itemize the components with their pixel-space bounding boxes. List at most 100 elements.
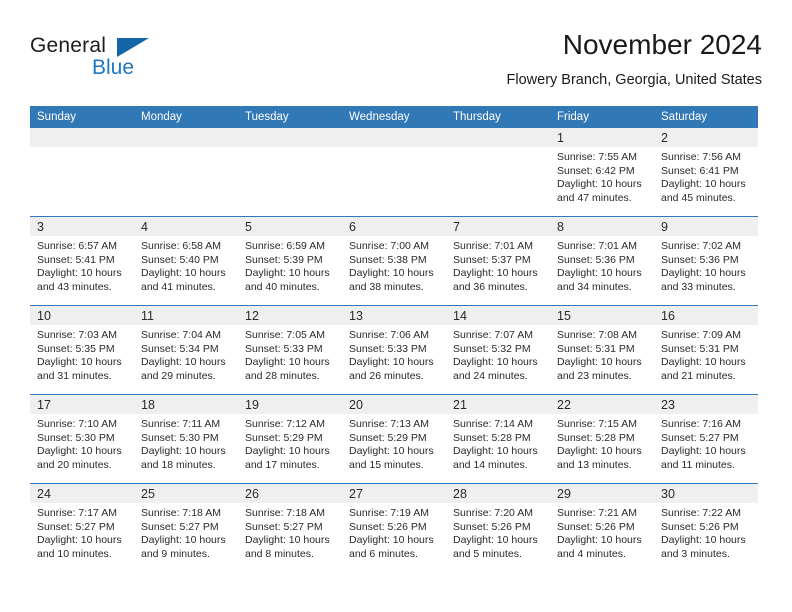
day-daylight-cont-text: and 20 minutes. — [37, 458, 112, 471]
day-daylight-cont-text: and 45 minutes. — [661, 191, 736, 204]
day-daylight-cont-text: and 11 minutes. — [661, 458, 735, 471]
calendar-day-cell[interactable]: 8 Sunrise: 7:01 AM Sunset: 5:36 PM Daylight… — [550, 216, 654, 306]
day-daylight-cont-text: and 17 minutes. — [245, 458, 320, 471]
calendar-day-cell[interactable]: 18 Sunrise: 7:11 AM Sunset: 5:30 PM Dayligh… — [134, 394, 238, 484]
day-sun-info: Sunrise: 7:02 AM Sunset: 5:36 PM Daylight:… — [654, 236, 758, 305]
day-sun-info: Sunrise: 7:03 AM Sunset: 5:35 PM Daylight:… — [30, 325, 134, 394]
day-sun-info: Sunrise: 7:01 AM Sunset: 5:37 PM Daylight:… — [446, 236, 550, 305]
day-daylight-cont-text: and 28 minutes. — [245, 369, 320, 382]
calendar-day-cell[interactable]: 3 Sunrise: 6:57 AM Sunset: 5:41 PM Daylight… — [30, 216, 134, 306]
day-number: 22 — [550, 395, 654, 414]
day-daylight-text: Daylight: 10 hours — [245, 445, 330, 458]
day-daylight-cont-text: and 43 minutes. — [37, 280, 112, 293]
day-number: 16 — [654, 306, 758, 325]
day-sunset-text: Sunset: 5:26 PM — [349, 520, 427, 533]
calendar-day-cell[interactable]: 13 Sunrise: 7:06 AM Sunset: 5:33 PM Dayligh… — [342, 305, 446, 395]
calendar-day-cell[interactable]: 15 Sunrise: 7:08 AM Sunset: 5:31 PM Dayligh… — [550, 305, 654, 395]
calendar-day-cell[interactable]: 1 Sunrise: 7:55 AM Sunset: 6:42 PM Daylight… — [550, 128, 654, 217]
day-daylight-text: Daylight: 10 hours — [557, 267, 642, 280]
calendar-day-cell[interactable]: 26 Sunrise: 7:18 AM Sunset: 5:27 PM Dayligh… — [238, 483, 342, 572]
day-daylight-cont-text: and 18 minutes. — [141, 458, 216, 471]
calendar-day-cell[interactable]: 29 Sunrise: 7:21 AM Sunset: 5:26 PM Dayligh… — [550, 483, 654, 572]
day-daylight-text: Daylight: 10 hours — [557, 534, 642, 547]
day-sun-info: Sunrise: 6:59 AM Sunset: 5:39 PM Daylight:… — [238, 236, 342, 305]
calendar-day-cell[interactable]: 22 Sunrise: 7:15 AM Sunset: 5:28 PM Dayligh… — [550, 394, 654, 484]
calendar-day-cell[interactable]: 28 Sunrise: 7:20 AM Sunset: 5:26 PM Dayligh… — [446, 483, 550, 572]
day-sunset-text: Sunset: 5:26 PM — [453, 520, 531, 533]
day-sunrise-text: Sunrise: 7:01 AM — [453, 240, 533, 252]
day-daylight-text: Daylight: 10 hours — [245, 267, 330, 280]
calendar-day-cell[interactable]: 4 Sunrise: 6:58 AM Sunset: 5:40 PM Daylight… — [134, 216, 238, 306]
weekday-header-tuesday: Tuesday — [238, 106, 342, 128]
calendar-day-cell[interactable]: 6 Sunrise: 7:00 AM Sunset: 5:38 PM Daylight… — [342, 216, 446, 306]
general-blue-logo[interactable]: General Blue — [30, 34, 230, 92]
day-number: 30 — [654, 484, 758, 503]
day-daylight-text: Daylight: 10 hours — [37, 445, 122, 458]
day-number: 28 — [446, 484, 550, 503]
calendar-day-cell[interactable]: 2 Sunrise: 7:56 AM Sunset: 6:41 PM Daylight… — [654, 128, 758, 217]
calendar-day-cell[interactable]: 24 Sunrise: 7:17 AM Sunset: 5:27 PM Dayligh… — [30, 483, 134, 572]
day-sunset-text: Sunset: 5:34 PM — [141, 342, 219, 355]
day-sunrise-text: Sunrise: 7:00 AM — [349, 240, 429, 252]
calendar-day-cell[interactable]: 23 Sunrise: 7:16 AM Sunset: 5:27 PM Dayligh… — [654, 394, 758, 484]
day-sunrise-text: Sunrise: 7:22 AM — [661, 507, 741, 519]
calendar-header-row: Sunday Monday Tuesday Wednesday Thursday Frid… — [30, 106, 758, 128]
calendar-day-cell[interactable]: 16 Sunrise: 7:09 AM Sunset: 5:31 PM Dayligh… — [654, 305, 758, 395]
day-daylight-text: Daylight: 10 hours — [661, 534, 746, 547]
day-sunrise-text: Sunrise: 7:06 AM — [349, 329, 429, 341]
calendar-week-row: 17 Sunrise: 7:10 AM Sunset: 5:30 PM Dayligh… — [30, 394, 758, 484]
day-sunrise-text: Sunrise: 7:18 AM — [245, 507, 325, 519]
day-daylight-text: Daylight: 10 hours — [245, 534, 330, 547]
calendar-day-cell[interactable]: 20 Sunrise: 7:13 AM Sunset: 5:29 PM Dayligh… — [342, 394, 446, 484]
calendar-day-cell[interactable]: 27 Sunrise: 7:19 AM Sunset: 5:26 PM Dayligh… — [342, 483, 446, 572]
day-sunrise-text: Sunrise: 7:07 AM — [453, 329, 533, 341]
calendar-table: Sunday Monday Tuesday Wednesday Thursday Frid… — [30, 106, 758, 572]
day-number: 20 — [342, 395, 446, 414]
day-daylight-cont-text: and 9 minutes. — [141, 547, 210, 560]
calendar-page: General Blue November 2024 Flowery Branc… — [0, 0, 792, 612]
calendar-day-cell[interactable]: 9 Sunrise: 7:02 AM Sunset: 5:36 PM Daylight… — [654, 216, 758, 306]
calendar-day-cell[interactable]: 17 Sunrise: 7:10 AM Sunset: 5:30 PM Dayligh… — [30, 394, 134, 484]
day-sun-info: Sunrise: 7:09 AM Sunset: 5:31 PM Daylight:… — [654, 325, 758, 394]
day-sun-info: Sunrise: 7:13 AM Sunset: 5:29 PM Daylight:… — [342, 414, 446, 483]
day-number — [238, 128, 342, 147]
calendar-day-cell[interactable]: 10 Sunrise: 7:03 AM Sunset: 5:35 PM Dayligh… — [30, 305, 134, 395]
day-number: 3 — [30, 217, 134, 236]
calendar-day-cell[interactable]: 25 Sunrise: 7:18 AM Sunset: 5:27 PM Dayligh… — [134, 483, 238, 572]
calendar-day-cell[interactable]: 12 Sunrise: 7:05 AM Sunset: 5:33 PM Dayligh… — [238, 305, 342, 395]
day-daylight-text: Daylight: 10 hours — [141, 445, 226, 458]
day-number: 26 — [238, 484, 342, 503]
day-number: 19 — [238, 395, 342, 414]
day-sunset-text: Sunset: 5:31 PM — [557, 342, 635, 355]
day-daylight-cont-text: and 34 minutes. — [557, 280, 632, 293]
day-sunset-text: Sunset: 5:30 PM — [37, 431, 115, 444]
calendar-cell-empty — [342, 128, 446, 217]
day-daylight-text: Daylight: 10 hours — [349, 534, 434, 547]
day-number: 8 — [550, 217, 654, 236]
day-number: 15 — [550, 306, 654, 325]
title-block: November 2024 Flowery Branch, Georgia, U… — [507, 28, 762, 90]
day-sun-info — [238, 147, 342, 216]
calendar-cell-empty — [446, 128, 550, 217]
calendar-day-cell[interactable]: 21 Sunrise: 7:14 AM Sunset: 5:28 PM Dayligh… — [446, 394, 550, 484]
day-sun-info: Sunrise: 7:16 AM Sunset: 5:27 PM Daylight:… — [654, 414, 758, 483]
day-daylight-cont-text: and 47 minutes. — [557, 191, 632, 204]
weekday-header-thursday: Thursday — [446, 106, 550, 128]
day-daylight-text: Daylight: 10 hours — [661, 267, 746, 280]
calendar-day-cell[interactable]: 5 Sunrise: 6:59 AM Sunset: 5:39 PM Daylight… — [238, 216, 342, 306]
day-daylight-cont-text: and 23 minutes. — [557, 369, 632, 382]
day-daylight-text: Daylight: 10 hours — [37, 356, 122, 369]
calendar-day-cell[interactable]: 19 Sunrise: 7:12 AM Sunset: 5:29 PM Dayligh… — [238, 394, 342, 484]
day-daylight-text: Daylight: 10 hours — [557, 356, 642, 369]
calendar-day-cell[interactable]: 11 Sunrise: 7:04 AM Sunset: 5:34 PM Dayligh… — [134, 305, 238, 395]
day-number — [446, 128, 550, 147]
day-daylight-cont-text: and 8 minutes. — [245, 547, 314, 560]
calendar-day-cell[interactable]: 30 Sunrise: 7:22 AM Sunset: 5:26 PM Dayligh… — [654, 483, 758, 572]
day-sun-info: Sunrise: 7:18 AM Sunset: 5:27 PM Daylight:… — [238, 503, 342, 572]
day-sun-info — [446, 147, 550, 216]
day-sunset-text: Sunset: 5:39 PM — [245, 253, 323, 266]
logo-text-general: General — [30, 34, 107, 57]
calendar-day-cell[interactable]: 14 Sunrise: 7:07 AM Sunset: 5:32 PM Dayligh… — [446, 305, 550, 395]
calendar-day-cell[interactable]: 7 Sunrise: 7:01 AM Sunset: 5:37 PM Daylight… — [446, 216, 550, 306]
day-number: 14 — [446, 306, 550, 325]
